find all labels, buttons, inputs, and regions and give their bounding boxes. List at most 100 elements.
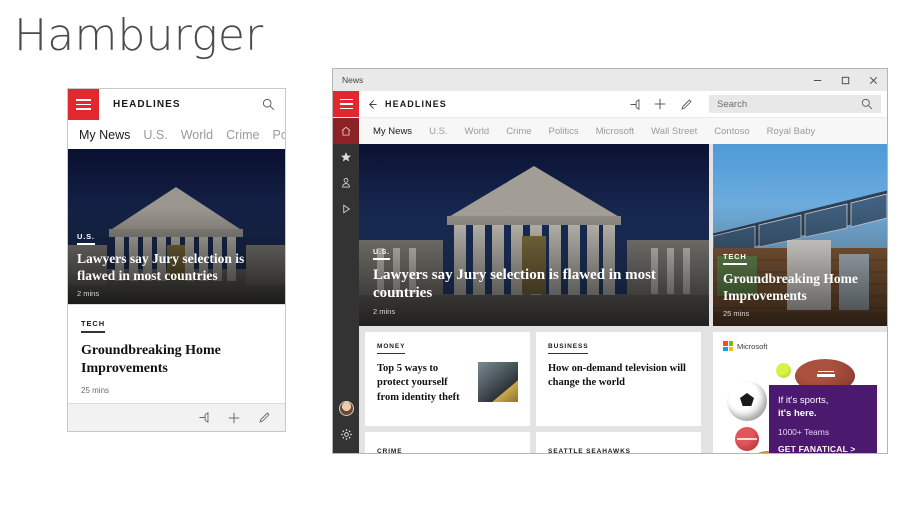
hamburger-icon[interactable] <box>68 89 99 120</box>
phone-nav: My News U.S. World Crime Polit <box>68 120 285 149</box>
microsoft-logo: Microsoft <box>723 341 877 351</box>
card-thumbnail-image <box>478 362 518 402</box>
desktop-window: News HEADLINES Search My News U.S. World… <box>332 68 888 454</box>
tech-time: 25 mins <box>723 309 750 318</box>
settings-gear-icon[interactable] <box>333 421 359 447</box>
card-headline: Top 5 ways to protect yourself from iden… <box>377 363 460 403</box>
news-card-money[interactable]: MONEY Top 5 ways to protect yourself fro… <box>365 332 530 426</box>
tech-headline: Groundbreaking Home Improvements <box>723 271 858 304</box>
hamburger-glyph <box>339 96 353 113</box>
card-category: BUSINESS <box>548 343 589 354</box>
search-placeholder: Search <box>717 98 748 110</box>
microsoft-brand-label: Microsoft <box>737 341 768 351</box>
card-content-row: Top 5 ways to protect yourself from iden… <box>377 362 518 405</box>
ad-illustration: If it's sports, it's here. 1000+ Teams G… <box>723 355 877 453</box>
phone-nav-item-my-news[interactable]: My News <box>79 128 130 142</box>
play-icon[interactable] <box>333 196 359 222</box>
hamburger-icon[interactable] <box>333 91 359 117</box>
phone-nav-item-crime[interactable]: Crime <box>226 128 259 142</box>
phone-app-bar <box>68 403 285 431</box>
sports-advertisement[interactable]: Microsoft If it's sports, it's here. 100… <box>713 332 887 453</box>
search-icon[interactable] <box>861 98 873 110</box>
microsoft-squares-icon <box>723 341 733 351</box>
phone-hero-category: U.S. <box>77 232 95 246</box>
phone-nav-item-world[interactable]: World <box>181 128 213 142</box>
ad-line-2: it's here. <box>778 408 817 420</box>
nav-item-world[interactable]: World <box>465 126 490 137</box>
window-app-name: News <box>342 75 364 85</box>
top-tiles-row: U.S. Lawyers say Jury selection is flawe… <box>359 144 887 326</box>
tech-story-tile[interactable]: TECH Groundbreaking Home Improvements 25… <box>709 144 887 326</box>
page-title: Hamburger <box>14 10 264 61</box>
avatar[interactable] <box>333 395 359 421</box>
cricket-ball-icon <box>735 427 759 451</box>
phone-hero-time: 2 mins <box>77 289 100 298</box>
hamburger-glyph <box>76 96 91 113</box>
search-icon[interactable] <box>251 89 285 120</box>
bottom-tiles-row: MONEY Top 5 ways to protect yourself fro… <box>359 326 887 453</box>
advertisement-column: Microsoft If it's sports, it's here. 100… <box>709 326 887 453</box>
plus-icon[interactable] <box>647 91 673 117</box>
phone-card-category: TECH <box>81 319 106 333</box>
pin-icon[interactable] <box>197 411 210 424</box>
edit-pencil-icon[interactable] <box>258 411 271 424</box>
news-cards-grid: MONEY Top 5 ways to protect yourself fro… <box>359 326 709 426</box>
navigation-rail <box>333 118 359 453</box>
star-icon[interactable] <box>333 144 359 170</box>
phone-mockup: HEADLINES My News U.S. World Crime Polit <box>67 88 286 432</box>
card-category: CRIME <box>377 448 402 453</box>
edit-pencil-icon[interactable] <box>673 91 699 117</box>
news-card-crime[interactable]: CRIME <box>365 432 530 453</box>
nav-item-crime[interactable]: Crime <box>506 126 531 137</box>
phone-hero-overlay: U.S. Lawyers say Jury selection is flawe… <box>77 226 276 298</box>
maximize-icon[interactable] <box>831 69 859 91</box>
minimize-icon[interactable] <box>803 69 831 91</box>
hero-time: 2 mins <box>373 307 396 316</box>
cards-column: MONEY Top 5 ways to protect yourself fro… <box>359 326 709 453</box>
tech-overlay: TECH Groundbreaking Home Improvements 25… <box>723 246 877 318</box>
ad-teams-count: 1000+ Teams <box>778 427 830 437</box>
plus-icon[interactable] <box>227 411 241 425</box>
back-arrow-icon[interactable] <box>359 91 385 117</box>
tennis-ball-icon <box>776 363 791 378</box>
nav-item-my-news[interactable]: My News <box>373 126 412 137</box>
phone-news-card[interactable]: TECH Groundbreaking Home Improvements 25… <box>68 304 285 403</box>
news-card-seattle-seahawks[interactable]: SEATTLE SEAHAWKS <box>536 432 701 453</box>
hero-category: U.S. <box>373 249 390 260</box>
close-icon[interactable] <box>859 69 887 91</box>
window-nav: My News U.S. World Crime Politics Micros… <box>359 118 887 144</box>
window-title-bar[interactable]: News <box>333 69 887 91</box>
hero-story-tile[interactable]: U.S. Lawyers say Jury selection is flawe… <box>359 144 709 326</box>
phone-page-title: HEADLINES <box>113 99 181 110</box>
window-page-title: HEADLINES <box>385 99 447 109</box>
news-card-business[interactable]: BUSINESS How on-demand television will c… <box>536 332 701 426</box>
phone-hero-headline: Lawyers say Jury selection is flawed in … <box>77 251 245 284</box>
pin-icon[interactable] <box>621 91 647 117</box>
nav-item-us[interactable]: U.S. <box>429 126 447 137</box>
phone-nav-item-politics[interactable]: Polit <box>272 128 285 142</box>
nav-item-contoso[interactable]: Contoso <box>714 126 749 137</box>
card-category: SEATTLE SEAHAWKS <box>548 448 631 453</box>
tech-category: TECH <box>723 252 747 266</box>
window-content: My News U.S. World Crime Politics Micros… <box>359 118 887 453</box>
nav-item-microsoft[interactable]: Microsoft <box>596 126 635 137</box>
phone-nav-item-us[interactable]: U.S. <box>143 128 167 142</box>
nav-item-politics[interactable]: Politics <box>549 126 579 137</box>
person-icon[interactable] <box>333 170 359 196</box>
phone-header: HEADLINES <box>68 89 285 120</box>
search-input[interactable]: Search <box>709 95 881 113</box>
ad-line-1: If it's sports, <box>778 395 829 407</box>
nav-item-royal-baby[interactable]: Royal Baby <box>767 126 816 137</box>
card-category: MONEY <box>377 343 406 354</box>
phone-hero-story[interactable]: U.S. Lawyers say Jury selection is flawe… <box>68 149 285 304</box>
hero-overlay: U.S. Lawyers say Jury selection is flawe… <box>373 241 695 316</box>
ad-text-panel: If it's sports, it's here. 1000+ Teams G… <box>769 385 877 453</box>
nav-item-wall-street[interactable]: Wall Street <box>651 126 697 137</box>
ad-cta-button[interactable]: GET FANATICAL > <box>778 444 868 453</box>
home-icon[interactable] <box>333 118 359 144</box>
window-body: My News U.S. World Crime Politics Micros… <box>333 118 887 453</box>
hero-headline: Lawyers say Jury selection is flawed in … <box>373 266 656 302</box>
phone-card-headline: Groundbreaking Home Improvements <box>81 343 221 377</box>
card-headline: How on-demand television will change the… <box>548 363 686 389</box>
soccer-ball-icon <box>727 381 767 421</box>
